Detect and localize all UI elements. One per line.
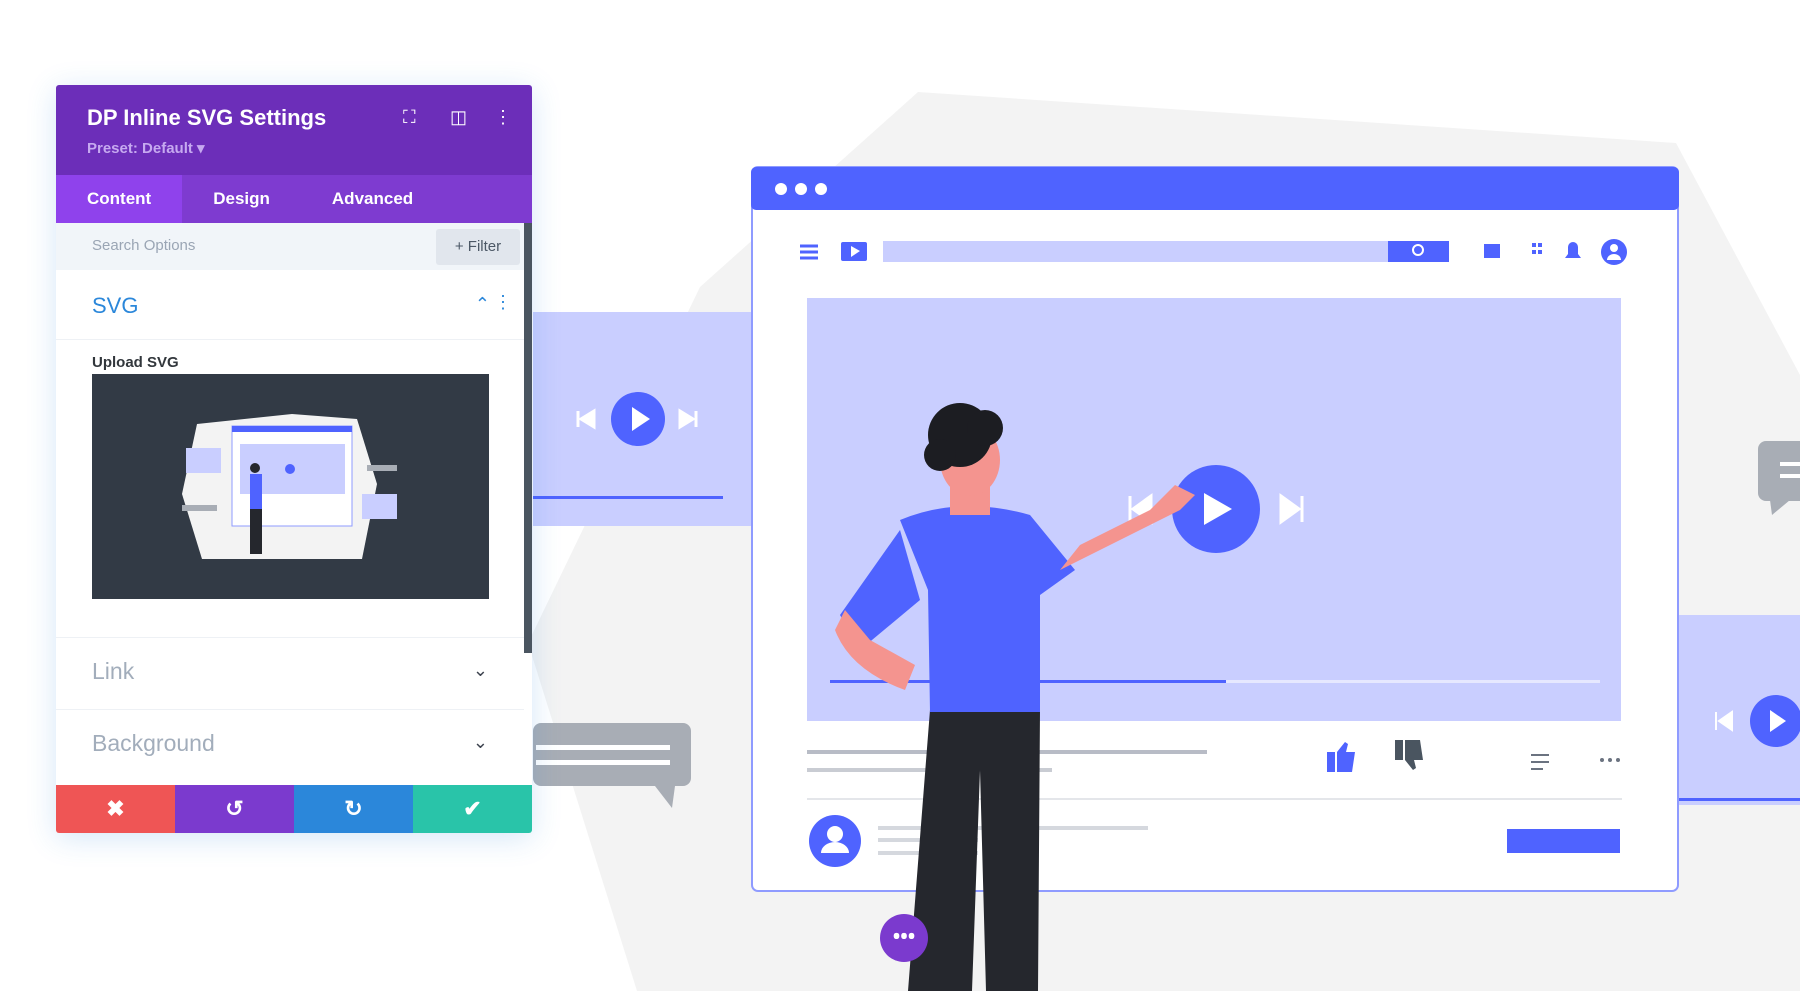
svg-thumbnail-illustration	[182, 414, 397, 559]
settings-panel: DP Inline SVG Settings Preset: Default ▾…	[56, 85, 532, 833]
background-section[interactable]: Background ⌄	[56, 709, 524, 785]
action-bar: ✖ ↺ ↻ ✔	[56, 785, 532, 833]
chevron-down-icon: ⌄	[472, 732, 488, 752]
svg-section-title: SVG	[92, 293, 139, 318]
filter-button[interactable]: + Filter	[436, 229, 520, 265]
upload-svg-label: Upload SVG	[92, 354, 179, 371]
undo-button[interactable]: ↺	[175, 785, 294, 833]
search-placeholder: Search Options	[92, 237, 196, 254]
more-icon[interactable]: ⋮	[494, 107, 512, 128]
scrollbar[interactable]	[524, 223, 532, 653]
cancel-button[interactable]: ✖	[56, 785, 175, 833]
chevron-up-icon[interactable]: ⌃	[475, 294, 490, 315]
svg-preview-image[interactable]	[92, 374, 489, 599]
side-player-left	[533, 312, 753, 526]
save-button[interactable]: ✔	[413, 785, 532, 833]
browser-window	[751, 166, 1679, 892]
tab-advanced[interactable]: Advanced	[301, 175, 444, 223]
panel-header: DP Inline SVG Settings Preset: Default ▾…	[56, 85, 532, 175]
panel-title: DP Inline SVG Settings	[87, 105, 327, 130]
tab-bar: Content Design Advanced	[56, 175, 532, 223]
link-section[interactable]: Link ⌄	[56, 637, 524, 709]
svg-section-header[interactable]: SVG ⌃ ⋮	[56, 270, 532, 340]
more-options-fab[interactable]: •••	[880, 914, 928, 962]
chevron-down-icon: ⌄	[472, 660, 488, 680]
expand-icon[interactable]: ⛶	[403, 107, 416, 128]
redo-button[interactable]: ↻	[294, 785, 413, 833]
layout-icon[interactable]: ◫	[450, 107, 467, 128]
section-more-icon[interactable]: ⋮	[494, 292, 512, 313]
tab-design[interactable]: Design	[182, 175, 301, 223]
link-section-title: Link	[92, 658, 135, 684]
preset-dropdown[interactable]: Preset: Default ▾	[87, 139, 501, 157]
tab-content[interactable]: Content	[56, 175, 183, 223]
search-options-input[interactable]: Search Options + Filter	[56, 223, 532, 270]
background-section-title: Background	[92, 730, 215, 756]
